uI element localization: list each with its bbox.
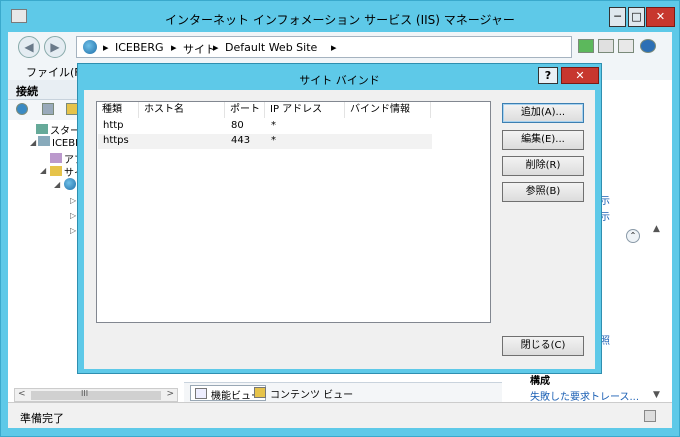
- status-icon: [644, 410, 656, 422]
- refresh-icon[interactable]: [578, 39, 594, 53]
- cell-ip: *: [271, 135, 276, 146]
- status-bar: 準備完了: [8, 402, 672, 428]
- crumb-separator-icon: ▸: [103, 41, 109, 54]
- table-row[interactable]: https 443 *: [98, 134, 432, 149]
- scroll-left-icon[interactable]: <: [18, 389, 26, 399]
- save-icon[interactable]: [42, 103, 54, 115]
- sites-folder-icon: [50, 166, 62, 176]
- connect-icon[interactable]: [16, 103, 28, 115]
- window-title: インターネット インフォメーション サービス (IIS) マネージャー: [165, 13, 515, 27]
- view-tabs: 機能ビュー コンテンツ ビュー: [184, 382, 502, 402]
- website-globe-icon[interactable]: [64, 178, 76, 190]
- scroll-right-icon[interactable]: >: [166, 389, 174, 399]
- edit-binding-button[interactable]: 編集(E)...: [502, 130, 584, 150]
- column-header-host[interactable]: ホスト名: [139, 102, 225, 118]
- back-button[interactable]: ◀: [18, 36, 40, 58]
- stop-icon[interactable]: [598, 39, 614, 53]
- browse-binding-button[interactable]: 参照(B): [502, 182, 584, 202]
- remove-binding-button[interactable]: 削除(R): [502, 156, 584, 176]
- server-icon: [38, 136, 50, 146]
- bindings-list[interactable]: 種類 ホスト名 ポート IP アドレス バインド情報 http 80 * htt…: [96, 101, 491, 323]
- address-bar-row: ◀ ▶ ▸ ICEBERG ▸ サイト ▸ Default Web Site ▸: [8, 32, 672, 60]
- connections-title: 接続: [16, 85, 38, 98]
- vertical-scrollbar[interactable]: ▲ ▼: [650, 222, 664, 402]
- title-bar: インターネット インフォメーション サービス (IIS) マネージャー ─ □ …: [1, 1, 679, 33]
- cell-port: 80: [231, 120, 244, 131]
- add-binding-button[interactable]: 追加(A)...: [502, 103, 584, 123]
- cell-port: 443: [231, 135, 251, 146]
- content-view-icon: [254, 387, 266, 398]
- collapse-arrow-icon[interactable]: ◢: [30, 138, 36, 147]
- maximize-button[interactable]: □: [628, 7, 645, 27]
- scroll-down-icon[interactable]: ▼: [653, 390, 660, 400]
- home-icon[interactable]: [618, 39, 634, 53]
- tab-label: コンテンツ ビュー: [270, 390, 354, 401]
- collapse-arrow-icon[interactable]: ◢: [54, 180, 60, 189]
- scroll-up-icon[interactable]: ▲: [653, 224, 660, 234]
- scroll-grip: III: [81, 389, 89, 398]
- status-text: 準備完了: [20, 412, 64, 425]
- column-header-binding-info[interactable]: バインド情報: [345, 102, 431, 118]
- expand-arrow-icon[interactable]: ▷: [70, 196, 76, 205]
- close-button[interactable]: ✕: [646, 7, 675, 27]
- site-bindings-dialog: サイト バインド ? ✕ 種類 ホスト名 ポート IP アドレス バインド情報 …: [77, 63, 602, 374]
- cell-type: http: [103, 120, 124, 131]
- cell-ip: *: [271, 120, 276, 131]
- features-view-icon: [195, 388, 207, 399]
- connections-tree: スタート ◢ ICEBERG アプリ ◢ サイト ◢ ▷ ▷ ▷: [8, 120, 96, 388]
- breadcrumb-site[interactable]: Default Web Site: [225, 41, 317, 54]
- dialog-title: サイト バインド: [299, 74, 380, 87]
- address-bar[interactable]: ▸ ICEBERG ▸ サイト ▸ Default Web Site ▸: [76, 36, 572, 58]
- column-header-ip[interactable]: IP アドレス: [265, 102, 345, 118]
- crumb-separator-icon: ▸: [171, 41, 177, 54]
- table-row[interactable]: http 80 *: [98, 119, 432, 134]
- breadcrumb-sites[interactable]: サイト: [183, 41, 216, 57]
- failed-request-tracing-link[interactable]: 失敗した要求トレース...: [530, 388, 639, 403]
- dialog-help-button[interactable]: ?: [538, 67, 558, 84]
- collapse-section-icon[interactable]: ⌃: [626, 229, 640, 243]
- tab-content-view[interactable]: コンテンツ ビュー: [250, 385, 357, 401]
- horizontal-scrollbar[interactable]: < III >: [14, 388, 178, 402]
- expand-arrow-icon[interactable]: ▷: [70, 226, 76, 235]
- cell-type: https: [103, 135, 129, 146]
- crumb-separator-icon: ▸: [213, 41, 219, 54]
- dialog-body: 種類 ホスト名 ポート IP アドレス バインド情報 http 80 * htt…: [84, 90, 595, 369]
- column-header-type[interactable]: 種類: [97, 102, 139, 118]
- start-page-icon: [36, 124, 48, 134]
- app-pool-icon: [50, 153, 62, 163]
- collapse-arrow-icon[interactable]: ◢: [40, 166, 46, 175]
- connections-header: 接続: [8, 80, 80, 100]
- dialog-close-button[interactable]: ✕: [561, 67, 599, 84]
- minimize-button[interactable]: ─: [609, 7, 626, 27]
- scroll-thumb[interactable]: [31, 391, 161, 400]
- globe-icon: [83, 40, 97, 54]
- expand-arrow-icon[interactable]: ▷: [70, 211, 76, 220]
- config-heading: 構成: [530, 376, 550, 387]
- dialog-close-text-button[interactable]: 閉じる(C): [502, 336, 584, 356]
- forward-button[interactable]: ▶: [44, 36, 66, 58]
- connections-toolbar: [8, 100, 80, 120]
- crumb-separator-icon: ▸: [331, 41, 337, 54]
- column-header-port[interactable]: ポート: [225, 102, 265, 118]
- help-icon[interactable]: [640, 39, 656, 53]
- breadcrumb-server[interactable]: ICEBERG: [115, 41, 164, 54]
